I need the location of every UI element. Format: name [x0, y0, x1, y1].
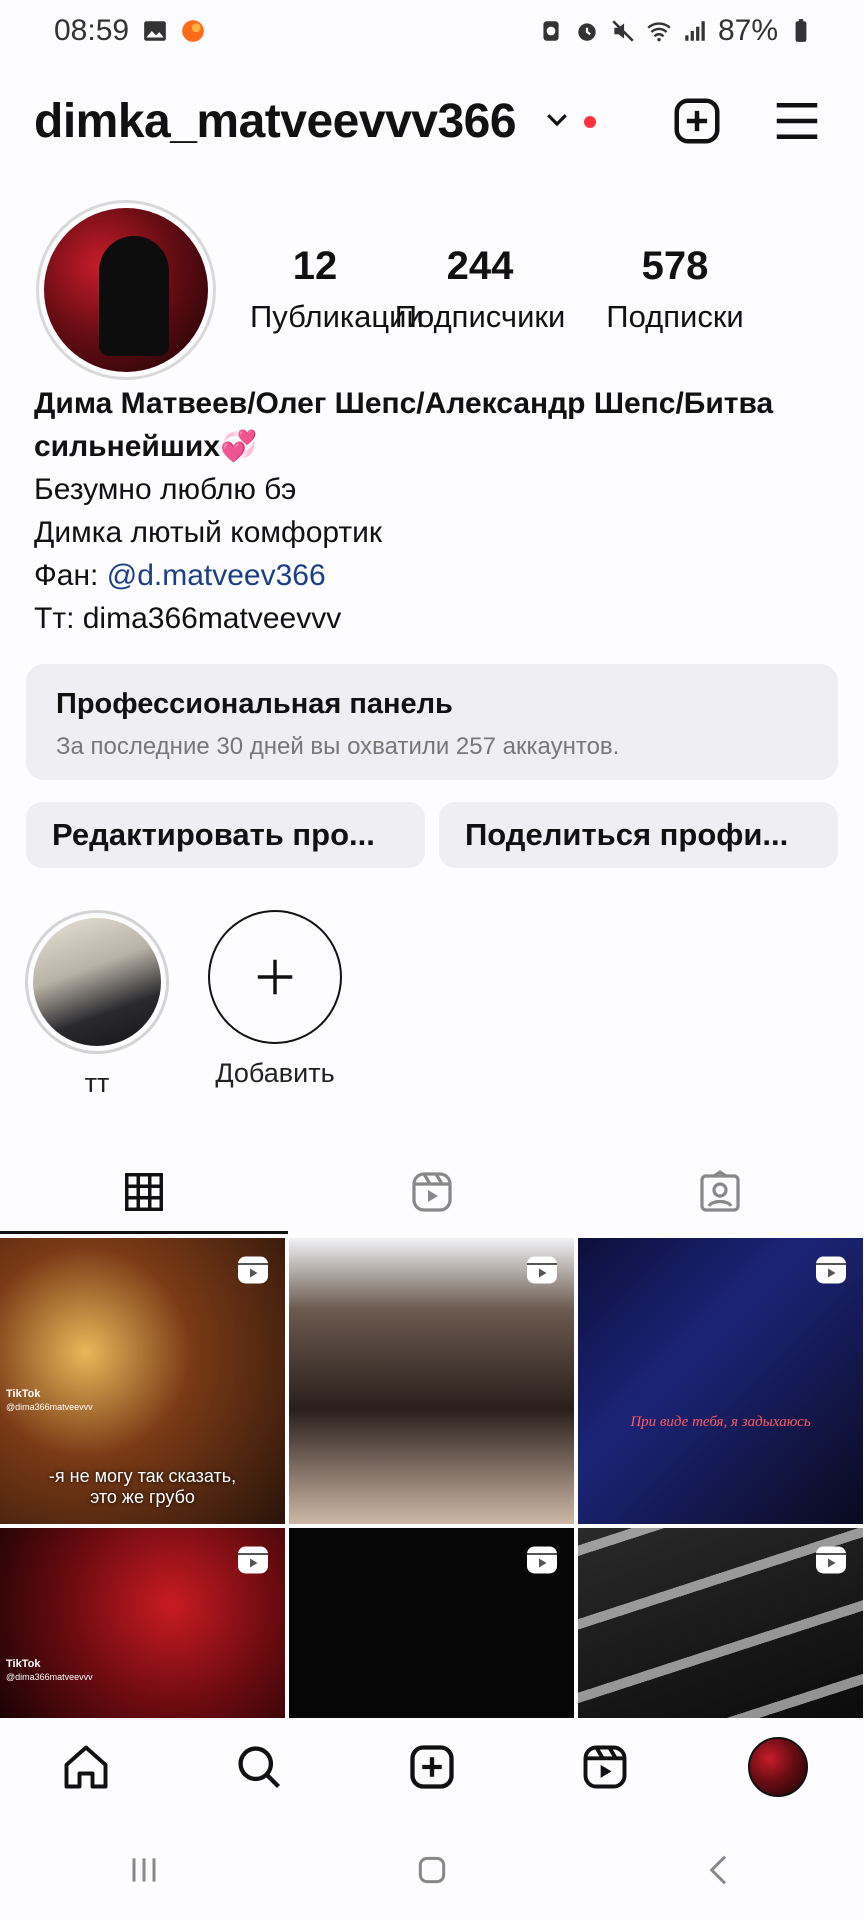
bottom-navigation: [0, 1718, 864, 1816]
edit-profile-button[interactable]: Редактировать про...: [26, 802, 425, 868]
profile-stats: 12 Публикации 244 Подписчики 578 Подписк…: [250, 244, 830, 335]
highlight-cover: [25, 910, 169, 1054]
profile-actions: Редактировать про... Поделиться профи...: [26, 802, 838, 868]
create-icon: [410, 1745, 454, 1789]
stat-following-label: Подписки: [606, 299, 744, 334]
bio-name: Дима Матвеев/Олег Шепс/Александр Шепс/Би…: [34, 387, 774, 463]
tiktok-user: @dima366matveevvv: [6, 1672, 93, 1682]
status-bar: 08:59 87%: [0, 0, 864, 62]
grid-post[interactable]: [289, 1528, 574, 1720]
bio-fan-prefix: Фан:: [34, 559, 107, 592]
tiktok-watermark: TikTok: [6, 1388, 41, 1400]
tab-posts-grid[interactable]: [0, 1150, 288, 1234]
profile-avatar[interactable]: [36, 200, 216, 380]
reel-indicator-icon: [527, 1256, 557, 1284]
reel-indicator-icon: [238, 1256, 268, 1284]
profile-content-tabs: [0, 1150, 864, 1234]
stat-followers[interactable]: 244 Подписчики: [380, 244, 580, 335]
tiktok-user: @dima366matveevvv: [6, 1402, 93, 1412]
battery-icon: [795, 19, 807, 42]
back-icon[interactable]: [700, 1850, 740, 1890]
tiktok-watermark: TikTok: [6, 1658, 41, 1670]
stat-posts-value: 12: [292, 244, 338, 288]
profile-avatar-small: [747, 1737, 808, 1797]
grid-post[interactable]: TikTok @dima366matveevvv: [0, 1528, 285, 1720]
bio-fan-line: Фан: @d.matveev366: [34, 554, 834, 597]
recent-apps-icon[interactable]: [124, 1850, 164, 1890]
post-caption: При виде тебя, я задыхаюсь: [630, 1414, 811, 1430]
menu-icon[interactable]: [770, 94, 824, 148]
bio-line: Димка лютый комфортик: [34, 516, 383, 549]
nav-home[interactable]: [56, 1737, 116, 1797]
nav-profile[interactable]: [747, 1737, 808, 1797]
reel-indicator-icon: [816, 1546, 846, 1574]
alarm-icon: [578, 23, 596, 41]
profile-header: dimka_matveevvv366: [0, 90, 864, 154]
tab-reels[interactable]: [288, 1150, 576, 1234]
bio-fan-mention-link[interactable]: @d.matveev366: [107, 559, 326, 592]
grid-icon: [125, 1173, 163, 1211]
app-notification-icon: [182, 20, 204, 42]
tagged-icon: [700, 1170, 740, 1212]
grid-post[interactable]: [578, 1528, 863, 1720]
stat-followers-label: Подписчики: [394, 299, 566, 334]
share-profile-button[interactable]: Поделиться профи...: [439, 802, 838, 868]
reels-icon: [583, 1745, 627, 1789]
reels-icon: [412, 1172, 452, 1212]
reel-indicator-icon: [238, 1546, 268, 1574]
nav-create[interactable]: [402, 1737, 462, 1797]
avatar-image: [44, 208, 208, 372]
pro-panel-subtitle: За последние 30 дней вы охватили 257 акк…: [56, 733, 620, 760]
grid-post[interactable]: При виде тебя, я задыхаюсь: [578, 1238, 863, 1524]
chevron-down-icon[interactable]: [542, 104, 572, 134]
stat-posts-label: Публикации: [250, 299, 424, 334]
notification-dot: [584, 116, 596, 128]
signal-icon: [685, 21, 705, 41]
create-post-icon[interactable]: [670, 94, 724, 148]
bio-line: Безумно люблю бэ: [34, 473, 297, 506]
plus-icon: [257, 959, 293, 995]
add-highlight-label: Добавить: [215, 1058, 335, 1088]
image-icon: [144, 21, 166, 41]
highlight-item[interactable]: тт: [24, 910, 170, 1099]
grid-post[interactable]: TikTok @dima366matveevvv -я не могу так …: [0, 1238, 285, 1524]
pro-panel-title: Профессиональная панель: [56, 688, 453, 720]
status-time: 08:59: [54, 14, 130, 47]
home-button-icon[interactable]: [412, 1850, 452, 1890]
post-caption: -я не могу так сказать, это же грубо: [48, 1466, 237, 1507]
tab-tagged[interactable]: [576, 1150, 864, 1234]
status-left-icons: [142, 18, 206, 44]
nav-search[interactable]: [229, 1737, 289, 1797]
grid-post[interactable]: [289, 1238, 574, 1524]
stat-following[interactable]: 578 Подписки: [580, 244, 770, 335]
stat-posts[interactable]: 12 Публикации: [250, 244, 424, 335]
recycle-icon: [543, 21, 559, 41]
mute-icon: [612, 20, 634, 42]
stat-following-value: 578: [641, 244, 709, 288]
add-highlight[interactable]: Добавить: [200, 910, 350, 1089]
bio-line: Тт: dima366matveevvv: [34, 602, 342, 635]
stat-followers-value: 244: [446, 244, 514, 288]
reel-indicator-icon: [816, 1256, 846, 1284]
search-icon: [238, 1746, 281, 1789]
professional-dashboard[interactable]: Профессиональная панель За последние 30 …: [26, 664, 838, 780]
add-highlight-circle: [208, 910, 342, 1044]
reel-indicator-icon: [527, 1546, 557, 1574]
posts-grid: TikTok @dima366matveevvv -я не могу так …: [0, 1238, 864, 1720]
home-icon: [64, 1745, 108, 1789]
system-navigation-bar: [0, 1830, 864, 1910]
battery-percent: 87%: [717, 14, 778, 47]
wifi-icon: [647, 22, 671, 42]
status-right: 87%: [538, 14, 814, 48]
username-switcher[interactable]: dimka_matveevvv366: [34, 94, 517, 149]
highlight-image: [33, 918, 161, 1046]
profile-bio: Дима Матвеев/Олег Шепс/Александр Шепс/Би…: [34, 382, 834, 640]
highlight-label: тт: [84, 1068, 110, 1098]
nav-reels[interactable]: [575, 1737, 635, 1797]
